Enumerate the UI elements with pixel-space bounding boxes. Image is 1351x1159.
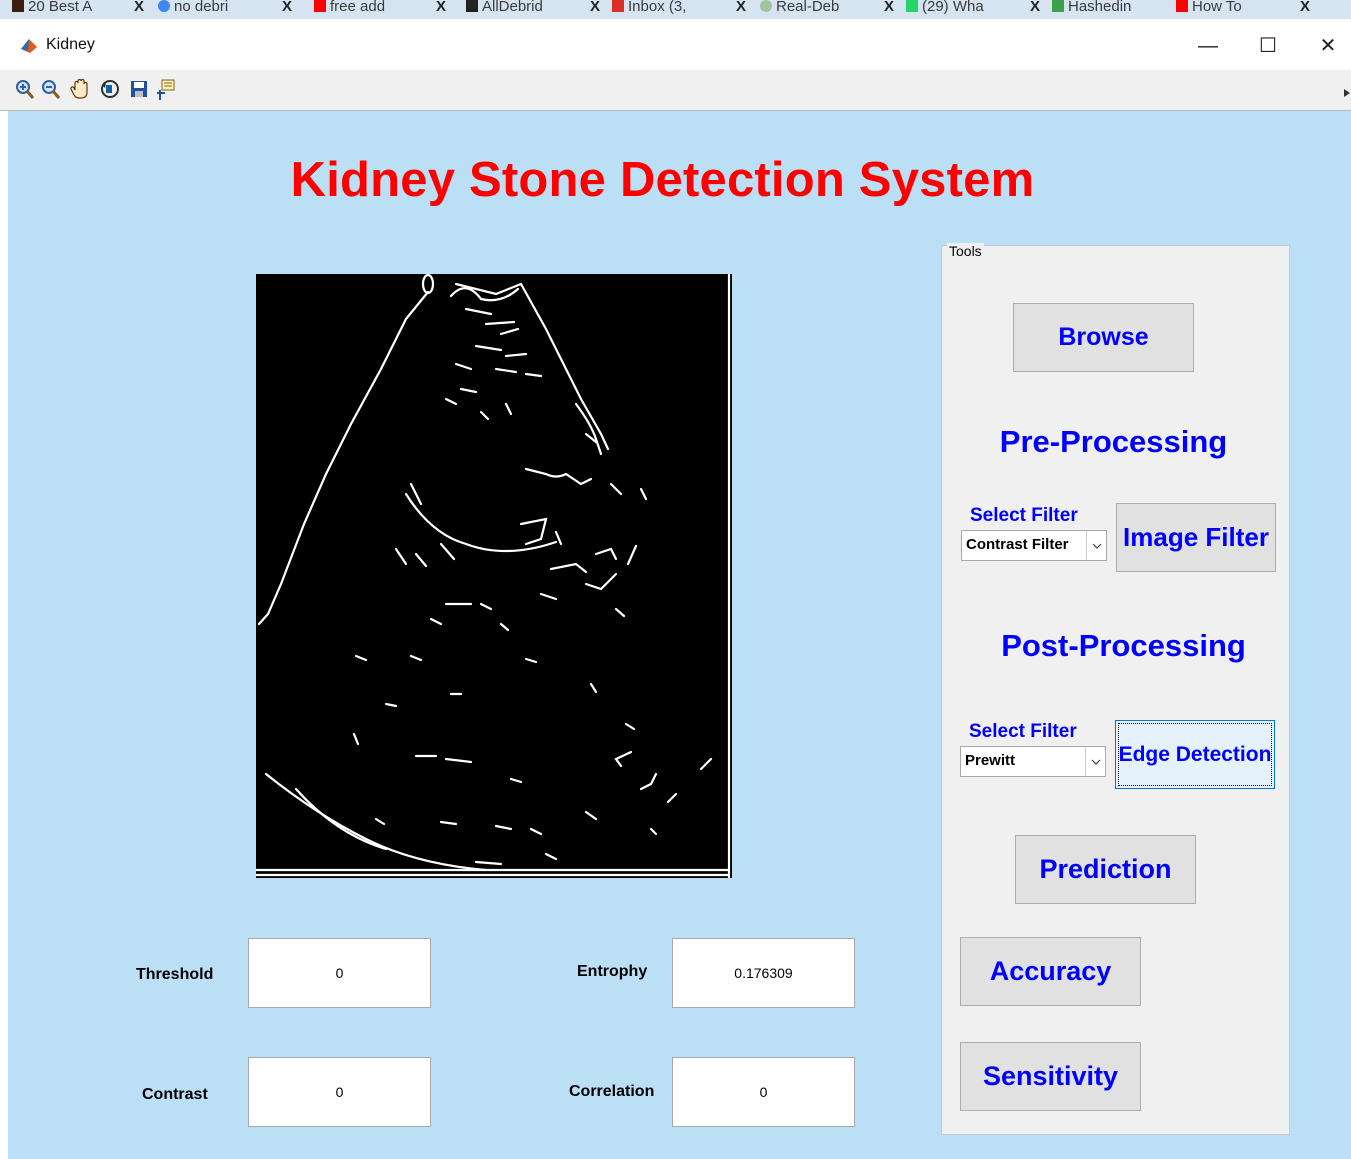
close-icon[interactable]: X [590,0,600,14]
figure-toolbar [0,70,1351,111]
close-icon[interactable]: X [884,0,894,14]
post-select-filter-label: Select Filter [969,721,1077,742]
correlation-field[interactable]: 0 [672,1057,855,1127]
image-filter-button[interactable]: Image Filter [1116,503,1276,572]
tools-panel-title: Tools [947,243,984,259]
close-icon[interactable]: X [1300,0,1310,14]
youtube-icon [1176,0,1188,12]
pre-filter-select[interactable]: Contrast Filter [961,530,1107,561]
threshold-field[interactable]: 0 [248,938,431,1008]
chevron-down-icon [1085,747,1105,776]
close-icon[interactable]: X [736,0,746,14]
post-processing-heading: Post-Processing [1001,628,1246,663]
app-title: Kidney Stone Detection System [290,153,1035,207]
browser-tab[interactable]: free add X [314,0,452,19]
maximize-button[interactable]: ☐ [1243,28,1293,64]
close-icon[interactable]: X [134,0,144,14]
browse-button[interactable]: Browse [1013,303,1194,372]
browser-tab-strip: 20 Best AX no debri X free add X AllDebrid… [0,0,1351,19]
post-filter-select[interactable]: Prewitt [960,746,1106,777]
browser-tab[interactable]: AllDebrid X [466,0,606,19]
entropy-label: Entrophy [577,963,648,980]
youtube-icon [314,0,326,12]
browser-tab[interactable]: How To X [1176,0,1316,19]
toolbar-overflow-icon[interactable] [1344,84,1350,97]
accuracy-button[interactable]: Accuracy [960,937,1141,1006]
pre-filter-value: Contrast Filter [966,536,1069,553]
whatsapp-icon [906,0,918,12]
browser-tab[interactable]: Real-Deb X [760,0,900,19]
close-icon[interactable]: X [436,0,446,14]
contrast-field[interactable]: 0 [248,1057,431,1127]
save-icon[interactable] [128,76,150,102]
rotate-3d-icon[interactable] [99,76,121,102]
post-filter-value: Prewitt [965,752,1016,769]
window-title-bar [0,19,1351,70]
browser-tab[interactable]: Inbox (3, X [612,0,752,19]
browser-tab[interactable]: (29) Wha X [906,0,1046,19]
chevron-down-icon [1086,531,1106,560]
google-icon [158,0,170,12]
pre-processing-heading: Pre-Processing [999,424,1228,459]
edge-detection-button[interactable]: Edge Detection [1115,720,1275,789]
close-icon[interactable]: X [1030,0,1040,14]
matlab-logo-icon [20,37,38,55]
correlation-label: Correlation [569,1083,655,1100]
window-title: Kidney [46,36,95,53]
hashedin-icon [1052,0,1064,12]
minimize-button[interactable]: — [1183,28,1233,64]
browser-tab[interactable]: 20 Best AX [12,0,150,19]
image-axes [256,274,732,878]
entropy-field[interactable]: 0.176309 [672,938,855,1008]
close-window-button[interactable]: ✕ [1303,28,1351,64]
edge-detected-image [256,274,731,878]
zoom-in-icon[interactable] [14,76,36,102]
bookmark-icon [12,0,24,12]
pre-select-filter-label: Select Filter [970,505,1078,526]
browser-tab[interactable]: HashedinX [1052,0,1192,19]
prediction-button[interactable]: Prediction [1015,835,1196,904]
alldebrid-icon [466,0,478,12]
zoom-out-icon[interactable] [40,76,62,102]
real-debrid-icon [760,0,772,12]
close-icon[interactable]: X [282,0,292,14]
browser-tab[interactable]: no debri X [158,0,298,19]
data-cursor-icon[interactable] [156,76,178,102]
sensitivity-button[interactable]: Sensitivity [960,1042,1141,1111]
pan-hand-icon[interactable] [70,76,92,102]
contrast-label: Contrast [142,1086,208,1103]
gmail-icon [612,0,624,12]
threshold-label: Threshold [136,966,214,983]
